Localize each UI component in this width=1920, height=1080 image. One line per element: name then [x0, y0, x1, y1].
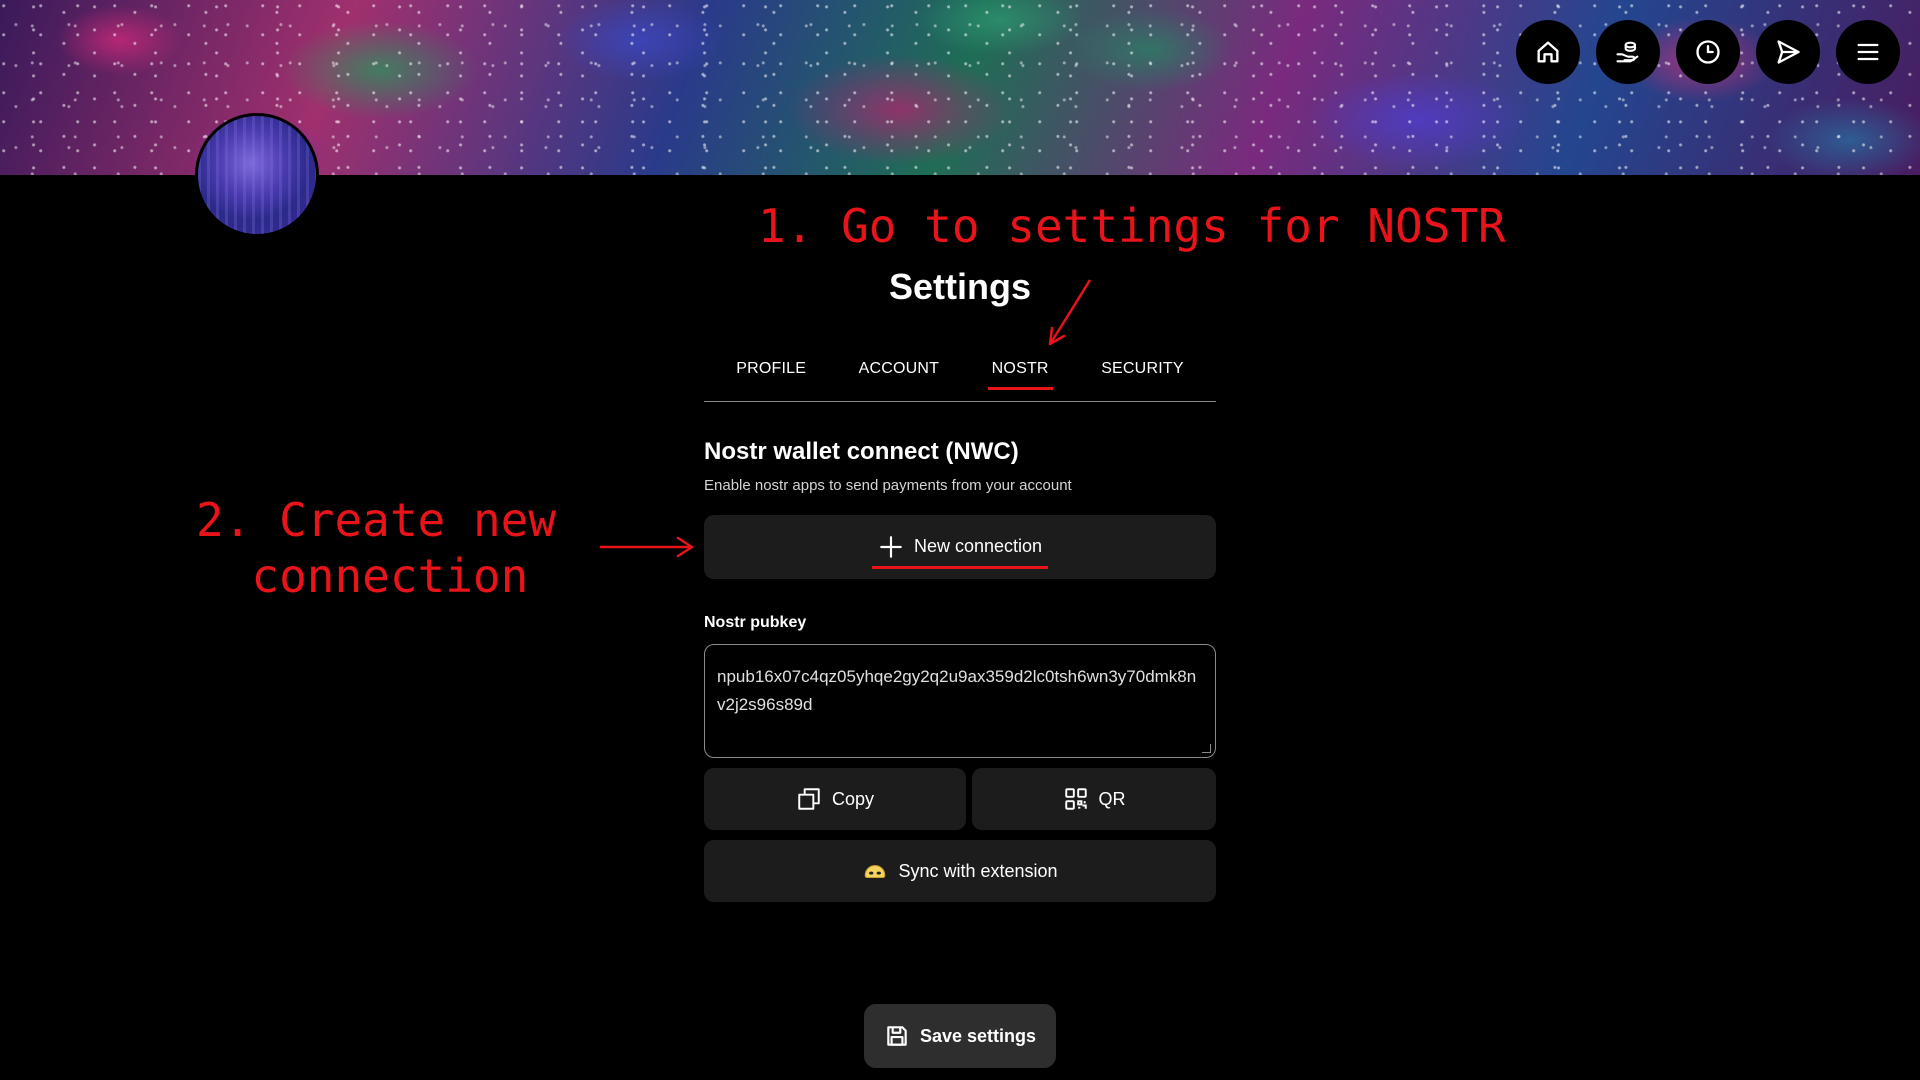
annotation-arrow-2	[600, 536, 694, 558]
new-connection-label: New connection	[913, 536, 1043, 556]
top-nav	[1516, 20, 1900, 84]
send-button[interactable]	[1756, 20, 1820, 84]
save-settings-label: Save settings	[919, 1025, 1037, 1046]
avatar	[195, 113, 319, 237]
annotation-step-2: 2. Create new connection	[196, 493, 557, 603]
resize-handle[interactable]	[1202, 744, 1211, 753]
home-icon	[1537, 41, 1559, 63]
new-connection-button[interactable]: New connection	[704, 515, 1216, 579]
annotation-step-1: 1. Go to settings for NOSTR	[758, 199, 1506, 253]
home-button[interactable]	[1516, 20, 1580, 84]
page-title: Settings	[888, 266, 1031, 307]
pubkey-value: npub16x07c4qz05yhqe2gy2q2u9ax359d2lc0tsh…	[717, 667, 1197, 714]
tab-nostr[interactable]: NOSTR	[987, 346, 1053, 390]
qr-label: QR	[1098, 788, 1126, 809]
save-settings-button[interactable]: Save settings	[864, 1004, 1056, 1068]
tab-profile[interactable]: PROFILE	[732, 346, 810, 387]
receive-button[interactable]	[1596, 20, 1660, 84]
clock-icon	[1696, 40, 1720, 64]
send-icon	[1777, 40, 1800, 64]
tab-security[interactable]: SECURITY	[1097, 346, 1188, 387]
history-button[interactable]	[1676, 20, 1740, 84]
extension-mask-icon	[865, 865, 886, 879]
qr-button[interactable]: QR	[972, 768, 1216, 830]
pubkey-textarea[interactable]: npub16x07c4qz05yhqe2gy2q2u9ax359d2lc0tsh…	[704, 644, 1216, 758]
sync-label: Sync with extension	[898, 860, 1058, 881]
menu-button[interactable]	[1836, 20, 1900, 84]
pubkey-label: Nostr pubkey	[704, 614, 807, 631]
plus-icon	[880, 535, 902, 558]
nwc-section-title: Nostr wallet connect (NWC)	[704, 438, 1019, 465]
tab-account[interactable]: ACCOUNT	[855, 346, 944, 387]
copy-icon	[798, 788, 820, 810]
hamburger-menu-icon	[1857, 43, 1879, 61]
floppy-disk-icon	[887, 1026, 907, 1046]
sync-extension-button[interactable]: Sync with extension	[704, 840, 1216, 902]
hand-coins-icon	[1616, 41, 1639, 63]
settings-tabs: PROFILE ACCOUNT NOSTR SECURITY	[704, 346, 1216, 402]
copy-label: Copy	[831, 788, 875, 809]
qr-code-icon	[1064, 788, 1087, 810]
nwc-section-description: Enable nostr apps to send payments from …	[704, 477, 1072, 494]
copy-button[interactable]: Copy	[704, 768, 966, 830]
